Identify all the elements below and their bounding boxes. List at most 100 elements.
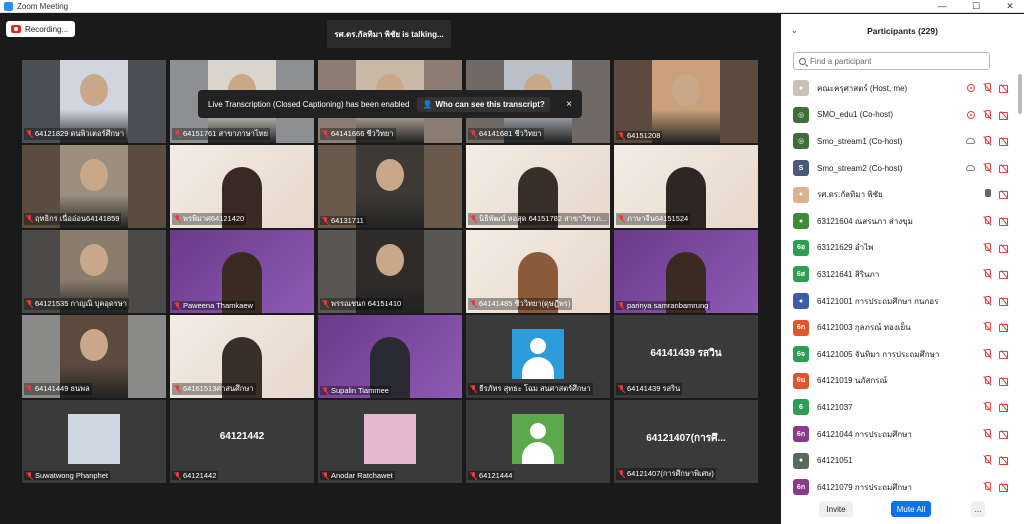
mic-muted-icon[interactable] [983,162,991,173]
chevron-down-icon[interactable]: ⌄ [791,26,798,35]
invite-button[interactable]: Invite [819,501,853,517]
tile-name-text: พรพิมาศ64121420 [183,214,245,223]
recording-indicator[interactable]: Recording... [6,21,76,37]
participant-video-tile[interactable]: พรรณชนก 64151410 [318,230,462,313]
mic-muted-icon[interactable] [983,109,991,120]
camera-off-icon[interactable] [999,483,1010,492]
participant-video-tile[interactable]: 64121442 64121442 [170,400,314,483]
camera-off-icon[interactable] [999,403,1010,413]
camera-off-icon[interactable] [999,111,1010,120]
more-options-button[interactable]: ... [971,501,985,517]
mic-muted-icon[interactable] [983,455,991,465]
mic-muted-icon[interactable] [983,375,991,386]
minimize-button[interactable]: — [936,0,948,12]
participants-footer: Invite Mute All ... [781,497,1024,519]
participant-list: ● คณะครุศาสตร์ (Host, me) ◎ SMO_edu1 (Co-ho… [781,75,1018,501]
participant-search[interactable] [793,52,990,70]
camera-off-icon[interactable] [999,456,1010,466]
participant-video-tile[interactable]: 64121407(การศึ... 64121407(การศึกษาพิเศษ) [614,400,758,483]
participant-row[interactable]: 6อ 63121629 อำไพ [781,235,1018,262]
participant-name: 63121604 ณสรนภา ส่างขุม [817,216,913,226]
participant-search-input[interactable] [810,56,980,66]
mute-all-button[interactable]: Mute All [891,501,931,517]
participant-row[interactable]: S Smo_stream2 (Co-host) [781,155,1018,182]
participant-video-tile[interactable]: Anodar Ratchawet [318,400,462,483]
participant-name: 64121003 กุลภรณ์ ทองเย็น [817,323,911,333]
close-button[interactable]: ✕ [1004,0,1016,12]
camera-off-icon[interactable] [999,217,1010,226]
participant-video-tile[interactable]: 64151208 [614,60,758,143]
participant-row[interactable]: 6น 64121019 นภัสกรณ์ [781,368,1018,395]
mic-muted-icon[interactable] [983,215,991,226]
muted-mic-icon [322,216,329,225]
participant-row[interactable]: ● 64121001 การประถมศึกษา กนกอร [781,288,1018,315]
tile-name-label: พรรณชนก 64151410 [320,298,404,310]
participant-video-tile[interactable]: 64141485 ชีววิทยา(ดุษฎีพร) [466,230,610,313]
participant-row[interactable]: 6ส 63121641 สิรินภา [781,261,1018,288]
participant-video-tile[interactable]: Paweena Thamkaew [170,230,314,313]
participant-row[interactable]: 6 64121037 [781,394,1018,421]
participant-row[interactable]: ● 64121051 [781,447,1018,474]
participants-title: Participants (229) [867,26,938,36]
participant-row[interactable]: ◎ SMO_edu1 (Co-host) [781,102,1018,129]
participant-video-tile[interactable]: 64121444 [466,400,610,483]
tile-name-label: 64121442 [172,471,219,480]
tile-name-text: 64121535 กาญณิ บุคอุดรษา [35,299,127,308]
camera-off-icon[interactable] [999,430,1010,439]
mic-muted-icon[interactable] [983,83,991,93]
camera-off-icon[interactable] [999,297,1010,306]
transcript-info-link[interactable]: 👤 Who can see this transcript? [417,96,550,112]
participant-video-tile[interactable]: 64161513ศาสนศึกษา [170,315,314,398]
participant-video-tile[interactable]: พรพิมาศ64121420 [170,145,314,228]
tile-name-label: Supalin Tiammee [320,386,391,395]
camera-off-icon[interactable] [999,377,1010,386]
mic-muted-icon[interactable] [983,295,991,306]
mic-muted-icon[interactable] [983,322,991,332]
participant-video-tile[interactable]: 64121535 กาญณิ บุคอุดรษา [22,230,166,313]
participant-video-tile[interactable]: 64141449 ธนพล [22,315,166,398]
mic-muted-icon[interactable] [983,269,991,279]
participant-video-tile[interactable]: ภาษาจีน64151524 [614,145,758,228]
participant-video-tile[interactable]: นิธิพัฒน์ หอสุด 64151782 สาขาวิชาภ... [466,145,610,228]
participant-video-tile[interactable]: 64131711 [318,145,462,228]
participant-row[interactable]: 6ก 64121003 กุลภรณ์ ทองเย็น [781,314,1018,341]
camera-off-icon[interactable] [999,350,1010,359]
participant-video-tile[interactable]: 64121829 ดนพิวเตอร์ศึกษา [22,60,166,143]
mic-muted-icon[interactable] [983,428,991,439]
camera-off-icon[interactable] [999,244,1010,253]
tile-name-text: parinya samranbamrung [627,301,709,310]
tile-name-text: ภาษาจีน64151524 [627,214,689,223]
camera-off-icon[interactable] [999,190,1010,200]
participant-row[interactable]: 6จ 64121005 จันทิมา การประถมศึกษา [781,341,1018,368]
participant-avatar: ◎ [793,133,809,150]
mic-muted-icon[interactable] [983,348,991,359]
camera-off-icon[interactable] [999,323,1010,333]
participant-row[interactable]: ◎ Smo_stream1 (Co-host) [781,128,1018,155]
muted-mic-icon [322,386,329,395]
mic-muted-icon[interactable] [983,481,991,492]
muted-mic-icon [174,130,181,138]
camera-off-icon[interactable] [999,84,1010,93]
mic-on-icon[interactable] [983,189,991,199]
transcript-info-label: Who can see this transcript? [435,99,545,109]
maximize-button[interactable]: ☐ [970,0,982,12]
participant-video-tile[interactable]: ธีรภัทร สุทธะ โฉม สนศาสตร์ศึกษา [466,315,610,398]
camera-off-icon[interactable] [999,270,1010,280]
mic-muted-icon[interactable] [983,402,991,412]
mic-muted-icon[interactable] [983,242,991,253]
participant-row[interactable]: 6ก 64121044 การประถมศึกษา [781,421,1018,448]
participant-video-tile[interactable]: ฤทธิกร เนื่ออ่อน64141859 [22,145,166,228]
participants-scrollbar[interactable] [1018,74,1022,114]
toast-close-icon[interactable]: × [566,99,572,110]
mic-muted-icon[interactable] [983,136,991,146]
camera-off-icon[interactable] [999,137,1010,147]
participant-row[interactable]: ● คณะครุศาสตร์ (Host, me) [781,75,1018,102]
tile-name-text: 64121442 [183,471,217,480]
participant-video-tile[interactable]: 64141439 รสวิน 64141439 รสริน [614,315,758,398]
camera-off-icon[interactable] [999,164,1010,173]
participant-video-tile[interactable]: Supalin Tiammee [318,315,462,398]
participant-video-tile[interactable]: parinya samranbamrung [614,230,758,313]
participant-row[interactable]: ● 63121604 ณสรนภา ส่างขุม [781,208,1018,235]
participant-video-tile[interactable]: Suwatwong Phanphet [22,400,166,483]
participant-row[interactable]: ● รศ.ดร.กัลทิมา พิชัย [781,181,1018,208]
